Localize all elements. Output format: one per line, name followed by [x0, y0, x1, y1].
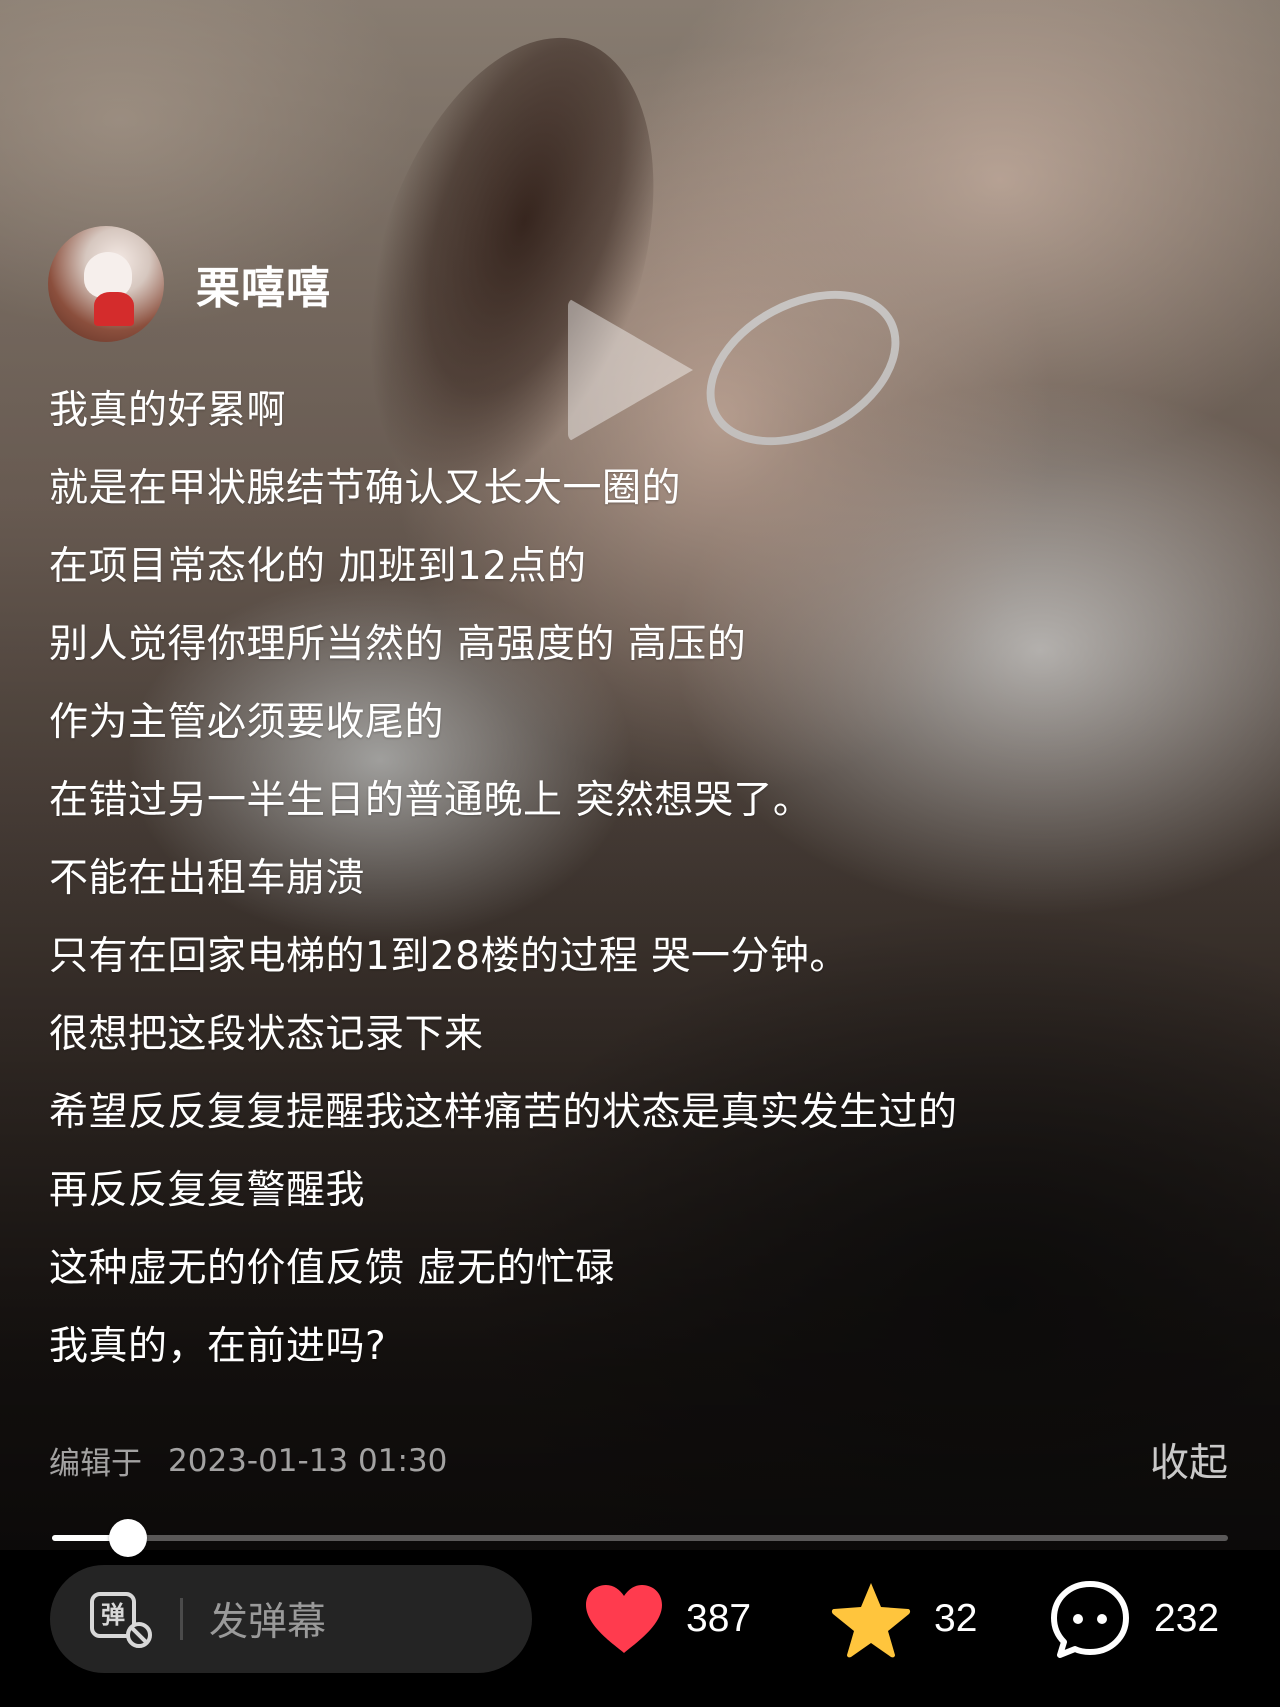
post-line: 这种虚无的价值反馈 虚无的忙碌 [49, 1246, 615, 1291]
progress-track [52, 1535, 1228, 1541]
edit-meta: 编辑于 2023-01-13 01:30 [49, 1438, 447, 1483]
author-name[interactable]: 栗嘻嘻 [196, 252, 331, 316]
post-line: 我真的，在前进吗? [49, 1324, 387, 1369]
favorite-button[interactable]: 32 [830, 1577, 977, 1661]
star-icon [830, 1580, 912, 1658]
post-line: 我真的好累啊 [49, 388, 287, 433]
post-line: 就是在甲状腺结节确认又长大一圈的 [49, 466, 682, 511]
post-line: 希望反反复复提醒我这样痛苦的状态是真实发生过的 [49, 1090, 958, 1135]
comment-button[interactable]: 232 [1048, 1577, 1219, 1661]
post-line: 不能在出租车崩溃 [49, 856, 366, 901]
like-button[interactable]: 387 [584, 1577, 751, 1661]
danmaku-toggle-icon[interactable]: 弹 [88, 1590, 154, 1648]
edited-time: 2023-01-13 01:30 [168, 1442, 448, 1479]
ban-icon [126, 1622, 152, 1648]
favorite-count: 32 [934, 1597, 978, 1640]
post-text: 我真的好累啊 就是在甲状腺结节确认又长大一圈的 在项目常态化的 加班到12点的 … [49, 372, 1169, 1386]
avatar[interactable] [48, 226, 164, 342]
post-line: 只有在回家电梯的1到28楼的过程 哭一分钟。 [49, 934, 849, 979]
comment-icon [1048, 1579, 1132, 1659]
post-line: 再反反复复警醒我 [49, 1168, 366, 1213]
post-line: 很想把这段状态记录下来 [49, 1012, 484, 1057]
author-header: 栗嘻嘻 [48, 226, 331, 342]
like-count: 387 [686, 1597, 752, 1640]
divider [180, 1598, 183, 1640]
danmaku-input[interactable]: 弹 发弹幕 [50, 1565, 532, 1673]
edited-label: 编辑于 [49, 1446, 142, 1482]
comment-count: 232 [1154, 1597, 1220, 1640]
post-line: 别人觉得你理所当然的 高强度的 高压的 [49, 622, 747, 667]
progress-slider[interactable] [52, 1519, 1228, 1557]
post-line: 作为主管必须要收尾的 [49, 700, 445, 745]
post-line: 在错过另一半生日的普通晚上 突然想哭了。 [49, 778, 813, 823]
danmaku-placeholder: 发弹幕 [209, 1600, 327, 1645]
heart-icon [584, 1583, 664, 1655]
post-line: 在项目常态化的 加班到12点的 [49, 544, 587, 589]
avatar-dress [94, 292, 134, 326]
collapse-button[interactable]: 收起 [1150, 1432, 1228, 1488]
